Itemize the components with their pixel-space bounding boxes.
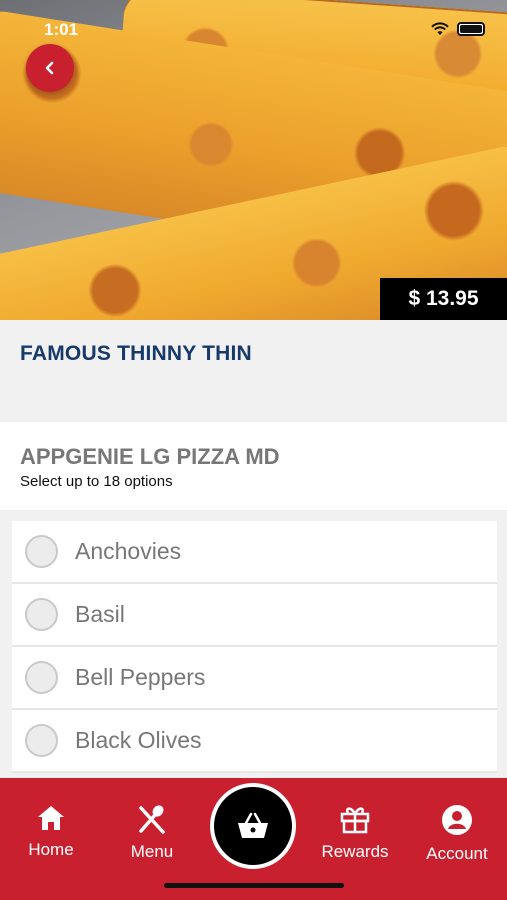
nav-menu[interactable]: Menu: [128, 804, 176, 862]
option-label: Black Olives: [75, 727, 202, 753]
status-time: 1:01: [44, 20, 79, 39]
nav-home[interactable]: Home: [28, 804, 74, 860]
price-tag: $ 13.95: [380, 278, 507, 320]
option-label: Anchovies: [75, 538, 182, 564]
status-bar: 1:01: [0, 0, 507, 44]
option-row-black-olives[interactable]: Black Olives: [12, 710, 497, 773]
item-title-section: FAMOUS THINNY THIN: [0, 320, 507, 420]
radio-button[interactable]: [25, 724, 58, 757]
back-chevron-icon: [45, 61, 54, 75]
bottom-nav: Home Menu Rewards Account: [0, 778, 507, 900]
option-row-anchovies[interactable]: Anchovies: [12, 521, 497, 584]
options-list: Anchovies Basil Bell Peppers Black Olive…: [12, 521, 497, 773]
cart-button[interactable]: [210, 783, 296, 869]
radio-button[interactable]: [25, 535, 58, 568]
option-label: Basil: [75, 601, 125, 627]
status-icons: [431, 22, 485, 36]
option-label: Bell Peppers: [75, 664, 206, 690]
basket-icon: [238, 812, 268, 838]
user-icon: [442, 805, 472, 835]
pizza-hero-image: 1:01 $ 13.95: [0, 0, 507, 320]
option-group-header: APPGENIE LG PIZZA MD Select up to 18 opt…: [0, 422, 507, 510]
nav-menu-label: Menu: [130, 842, 174, 861]
item-title: FAMOUS THINNY THIN: [20, 342, 252, 365]
option-group-subtitle: Select up to 18 options: [20, 473, 173, 490]
nav-account-label: Account: [426, 844, 488, 863]
nav-rewards[interactable]: Rewards: [318, 804, 392, 862]
option-row-bell-peppers[interactable]: Bell Peppers: [12, 647, 497, 710]
home-icon: [38, 806, 64, 830]
wifi-icon: [431, 22, 449, 35]
back-button[interactable]: [26, 44, 74, 92]
nav-account[interactable]: Account: [422, 804, 492, 864]
option-group-title: APPGENIE LG PIZZA MD: [20, 444, 280, 469]
gift-icon: [340, 807, 370, 834]
nav-home-label: Home: [28, 840, 74, 859]
utensils-icon: [139, 805, 165, 834]
radio-button[interactable]: [25, 598, 58, 631]
option-row-basil[interactable]: Basil: [12, 584, 497, 647]
battery-icon: [457, 22, 485, 36]
radio-button[interactable]: [25, 661, 58, 694]
nav-rewards-label: Rewards: [321, 842, 389, 861]
home-indicator: [164, 883, 344, 888]
